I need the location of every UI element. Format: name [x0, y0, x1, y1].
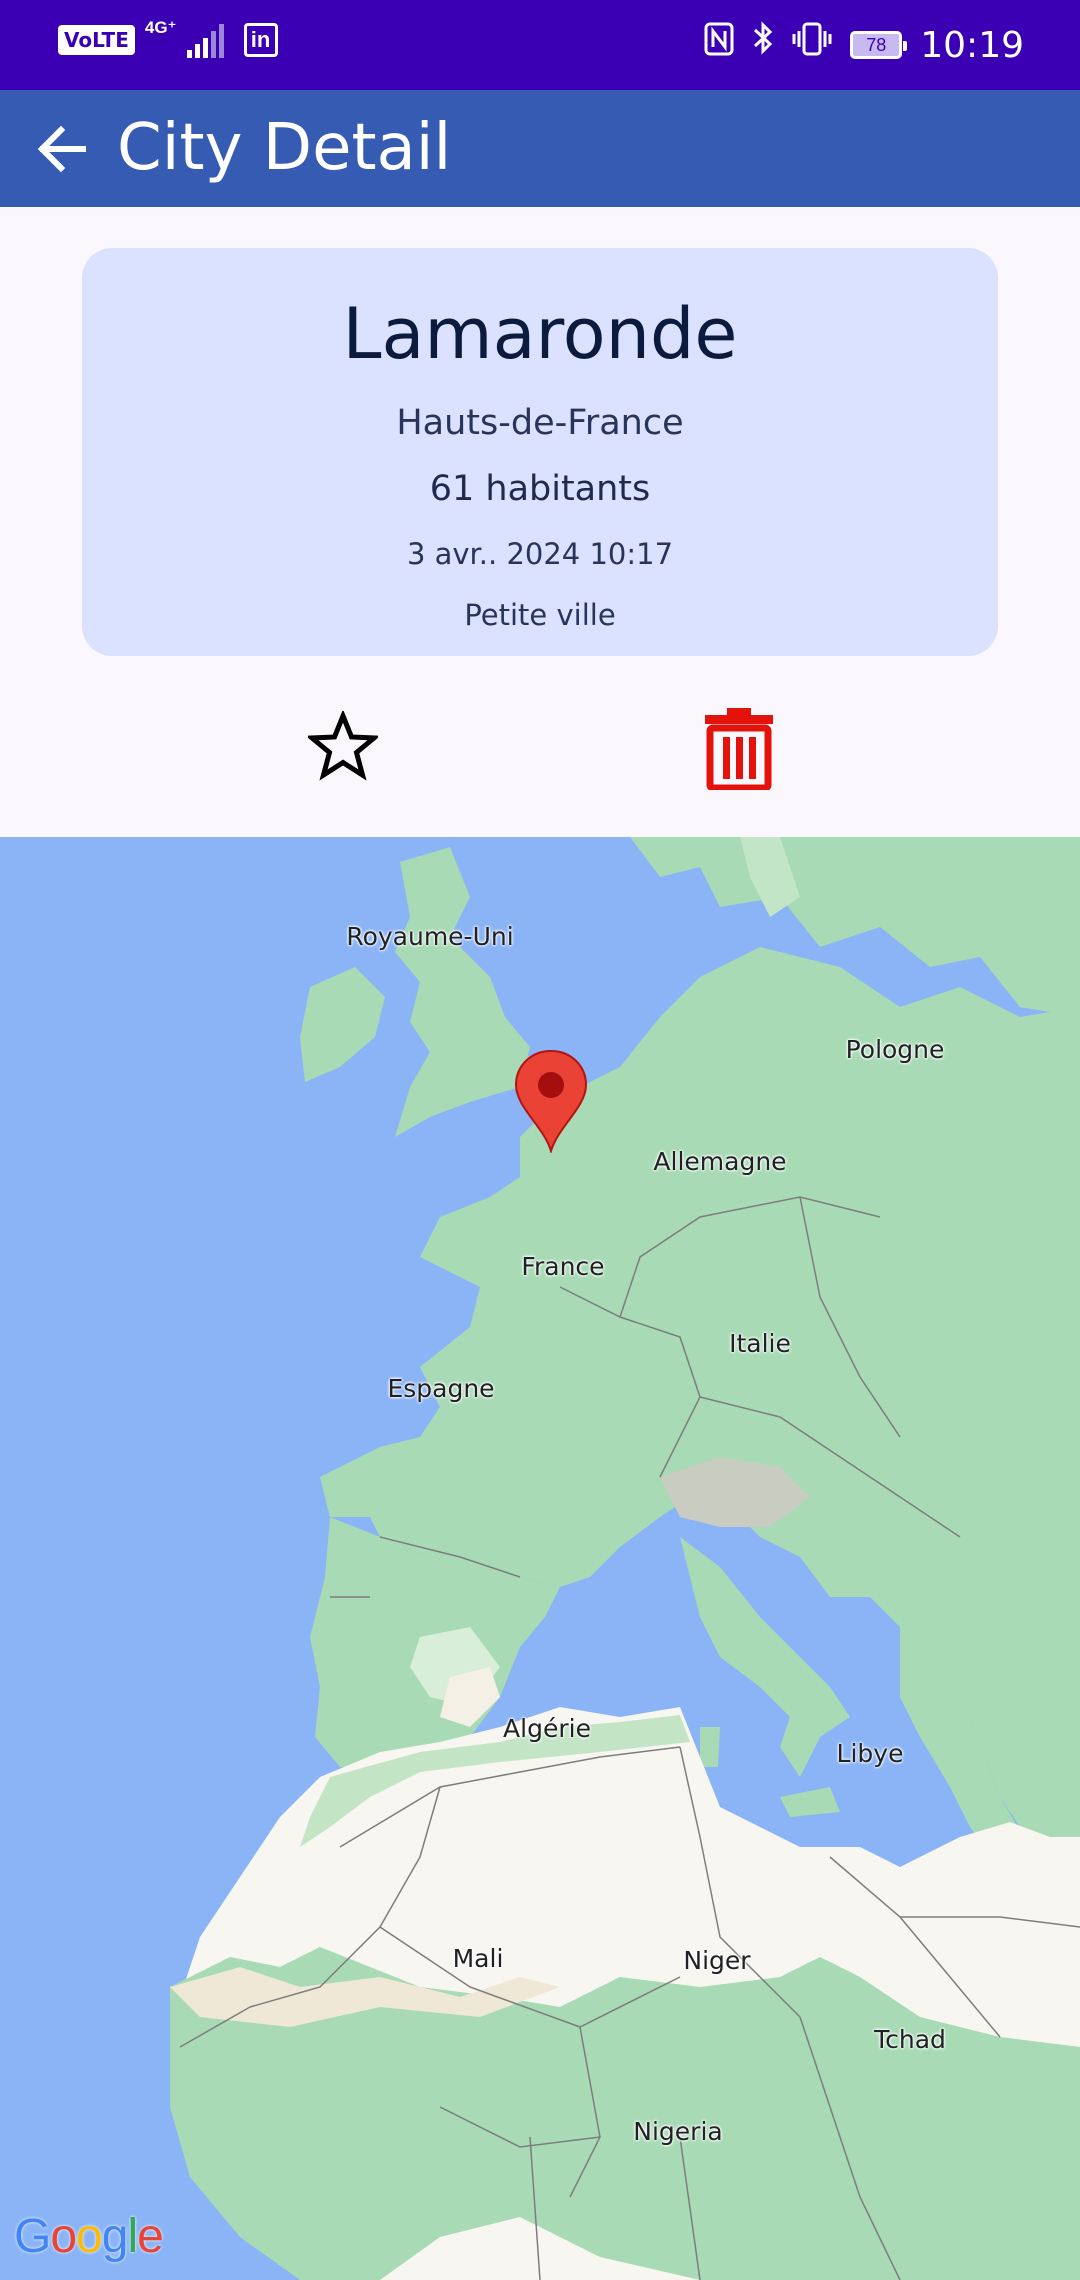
city-date: 3 avr.. 2024 10:17: [406, 537, 674, 571]
city-region: Hauts-de-France: [396, 403, 684, 443]
signal-icon: [186, 22, 224, 58]
city-name: Lamaronde: [342, 293, 738, 375]
delete-button[interactable]: [694, 703, 784, 793]
google-logo: Google: [14, 2210, 164, 2263]
map-label-libya: Libye: [836, 1739, 904, 1768]
arrow-left-icon: [37, 125, 86, 173]
map-label-italy: Italie: [729, 1329, 791, 1358]
network-type-icon: 4G⁺: [144, 18, 177, 37]
map-label-algeria: Algérie: [503, 1714, 591, 1743]
page-title: City Detail: [117, 111, 452, 185]
map-label-poland: Pologne: [845, 1035, 945, 1064]
bluetooth-icon: [752, 20, 774, 70]
back-button[interactable]: [26, 114, 96, 184]
city-info-card: Lamaronde Hauts-de-France 61 habitants 3…: [82, 248, 998, 656]
nfc-icon: [704, 20, 734, 70]
battery-icon: 78: [850, 31, 908, 59]
map-label-spain: Espagne: [387, 1374, 495, 1403]
vibrate-icon: [792, 20, 832, 70]
app-bar: City Detail: [0, 90, 1080, 207]
city-category: Petite ville: [464, 598, 616, 632]
map-label-niger: Niger: [683, 1946, 751, 1975]
map-marker-icon[interactable]: [514, 1049, 588, 1153]
map-view[interactable]: Royaume-Uni Pologne Allemagne France Ita…: [0, 837, 1080, 2280]
status-bar: VoLTE 4G⁺ in 78 10:19: [0, 0, 1080, 90]
map-label-chad: Tchad: [874, 2025, 946, 2054]
linkedin-icon: in: [243, 23, 278, 57]
favorite-button[interactable]: [303, 706, 383, 786]
map-label-mali: Mali: [452, 1944, 504, 1973]
status-time: 10:19: [920, 24, 1024, 66]
map-label-germany: Allemagne: [653, 1147, 787, 1176]
map-label-uk: Royaume-Uni: [346, 922, 514, 951]
trash-icon: [705, 708, 773, 790]
volte-icon: VoLTE: [58, 25, 135, 55]
map-label-nigeria: Nigeria: [633, 2117, 723, 2146]
map-label-france: France: [521, 1252, 605, 1281]
star-outline-icon: [308, 711, 378, 781]
city-population: 61 habitants: [429, 469, 651, 509]
